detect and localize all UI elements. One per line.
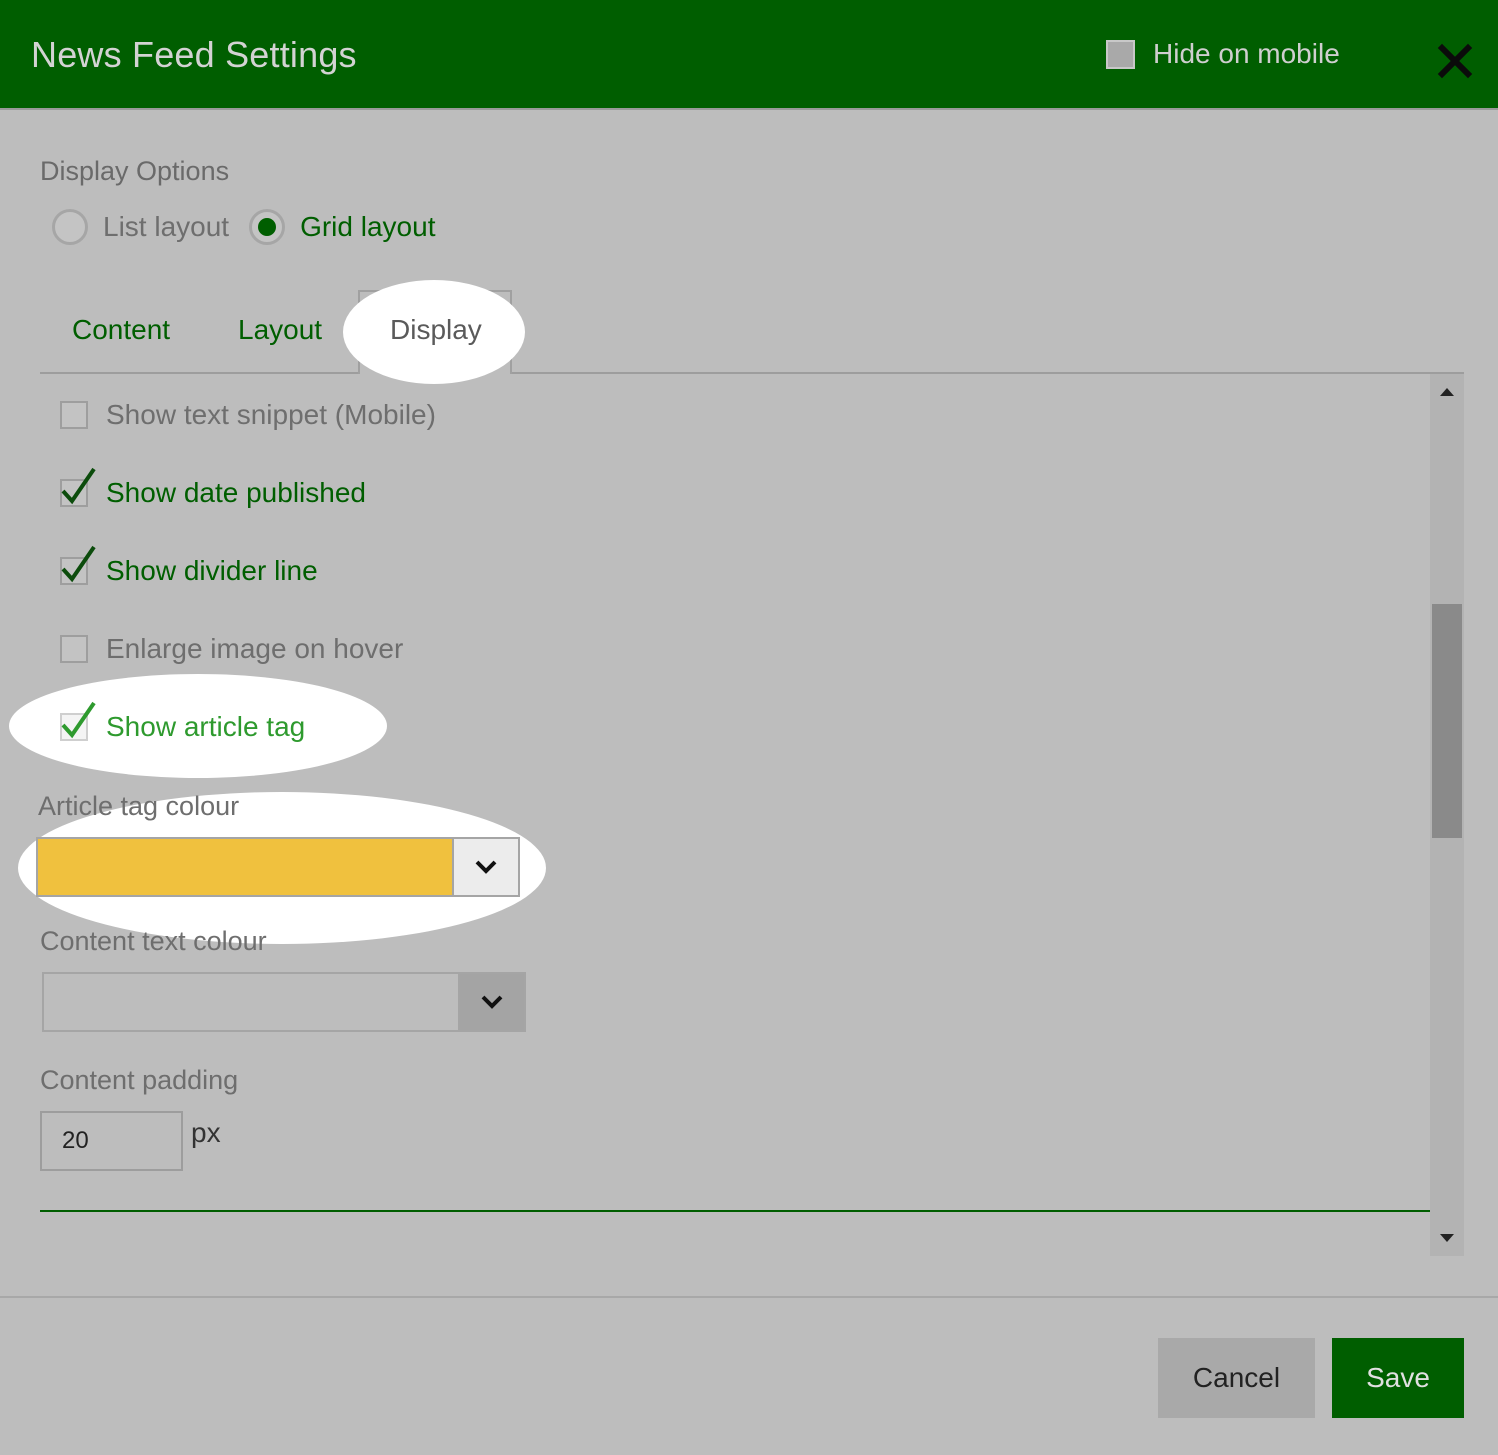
checkmark-icon [61,467,96,505]
colour-swatch[interactable] [38,839,452,895]
close-icon[interactable] [1434,40,1476,82]
checkmark-icon [61,701,96,739]
hide-on-mobile-toggle[interactable]: Hide on mobile [1106,38,1340,70]
article-tag-colour-select[interactable] [36,837,520,897]
article-tag-colour-label: Article tag colour [38,791,240,821]
checkbox[interactable] [60,401,88,429]
scrollbar[interactable] [1430,374,1464,1256]
checkbox[interactable] [60,545,96,585]
layout-radio-group: List layout Grid layout [52,206,455,248]
save-button[interactable]: Save [1332,1338,1464,1418]
section-divider [40,1210,1430,1212]
footer-divider [0,1296,1498,1298]
checkbox[interactable] [60,467,96,507]
checkbox[interactable] [60,635,88,663]
dialog-header: News Feed Settings Hide on mobile [0,0,1498,110]
grid-layout-radio[interactable] [249,209,286,245]
tab-content[interactable]: Content [72,314,170,346]
scroll-thumb[interactable] [1432,604,1462,838]
cancel-button[interactable]: Cancel [1158,1338,1315,1418]
dialog-title: News Feed Settings [31,34,357,75]
option-show-divider-line[interactable]: Show divider line [60,545,318,591]
scroll-down-icon[interactable] [1440,1234,1454,1242]
option-show-article-tag[interactable]: Show article tag [60,701,306,747]
scroll-up-icon[interactable] [1440,388,1454,396]
tabs-divider [40,372,1464,374]
checkmark-icon [61,545,96,583]
list-layout-radio[interactable] [52,209,88,245]
option-enlarge-image-on-hover[interactable]: Enlarge image on hover [60,629,403,669]
option-label: Show divider line [106,555,318,586]
chevron-down-icon[interactable] [458,974,524,1030]
checkbox[interactable] [60,701,96,741]
option-label: Show text snippet (Mobile) [106,399,436,430]
option-label: Show date published [106,477,366,508]
option-label: Enlarge image on hover [106,633,404,664]
content-padding-unit: px [191,1117,221,1148]
chevron-down-icon[interactable] [452,839,518,895]
option-show-date-published[interactable]: Show date published [60,467,366,513]
content-padding-input[interactable]: 20 [40,1111,183,1171]
tab-layout[interactable]: Layout [238,314,322,346]
list-layout-label[interactable]: List layout [103,211,229,243]
content-text-colour-select[interactable] [42,972,526,1032]
tab-display[interactable]: Display [390,314,482,346]
content-text-colour-label: Content text colour [40,926,267,956]
hide-on-mobile-checkbox[interactable] [1106,39,1135,69]
option-show-text-snippet[interactable]: Show text snippet (Mobile) [60,395,436,435]
content-padding-label: Content padding [40,1065,239,1095]
display-options-label: Display Options [40,156,230,186]
colour-swatch[interactable] [44,974,458,1030]
option-label: Show article tag [106,711,306,742]
grid-layout-label[interactable]: Grid layout [300,211,435,243]
hide-on-mobile-label: Hide on mobile [1153,38,1340,69]
